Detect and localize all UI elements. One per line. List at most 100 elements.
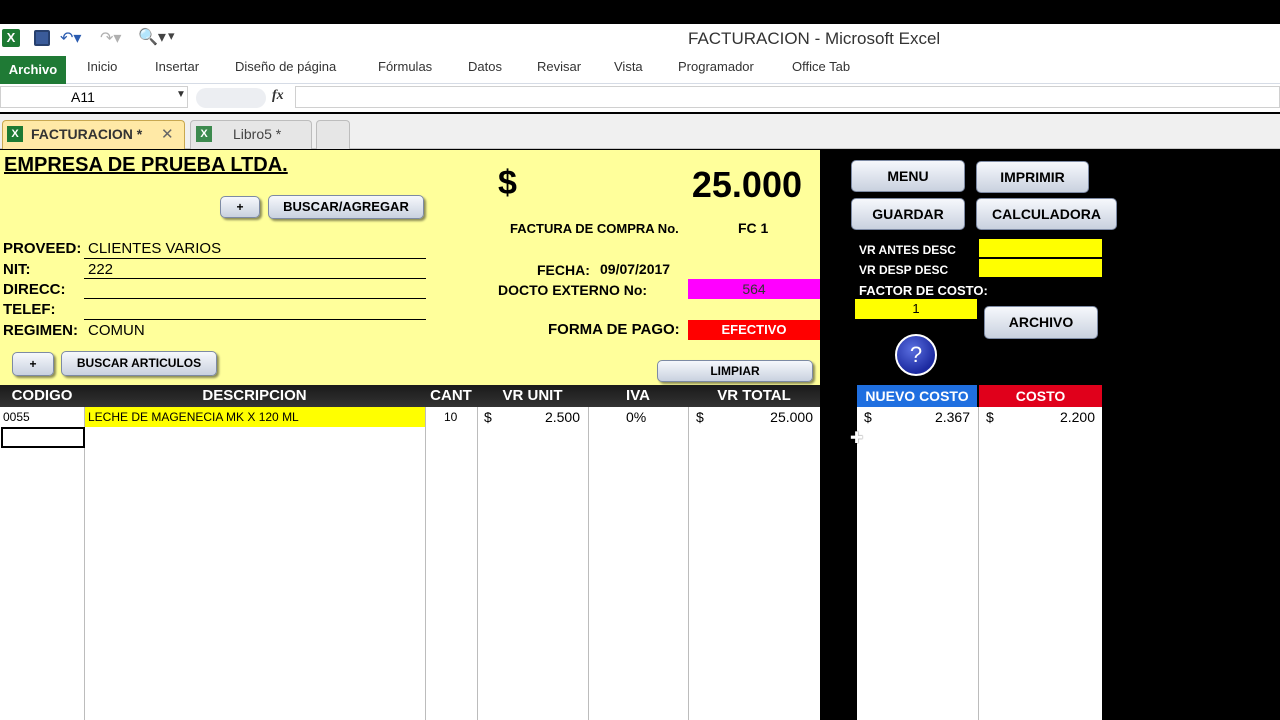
vr-desp-field[interactable] bbox=[979, 259, 1102, 277]
name-box[interactable]: A11 bbox=[0, 86, 188, 108]
proveed-value: CLIENTES VARIOS bbox=[88, 240, 222, 257]
active-cell[interactable] bbox=[1, 427, 85, 448]
cell-iva[interactable]: 0% bbox=[626, 409, 646, 425]
tab-insertar[interactable]: Insertar bbox=[155, 59, 199, 74]
excel-app-icon[interactable]: X bbox=[2, 29, 20, 47]
help-icon-glyph: ? bbox=[909, 342, 923, 367]
pago-label: FORMA DE PAGO: bbox=[548, 321, 680, 338]
col-header-codigo: CODIGO bbox=[0, 385, 84, 407]
pago-value: EFECTIVO bbox=[721, 322, 787, 337]
col-header-costo-anterior: COSTO ANTERIOR bbox=[979, 385, 1102, 426]
col-header-vr-unit: VR UNIT bbox=[477, 385, 588, 407]
cell-nuevo-costo[interactable]: 2.367 bbox=[900, 409, 970, 425]
cell-costo-anterior[interactable]: 2.200 bbox=[1020, 409, 1095, 425]
help-icon[interactable]: ? bbox=[895, 334, 937, 376]
tab-vista[interactable]: Vista bbox=[614, 59, 643, 74]
limpiar-button[interactable]: LIMPIAR bbox=[657, 360, 813, 382]
col-descripcion bbox=[84, 407, 425, 720]
formula-input[interactable] bbox=[295, 86, 1280, 108]
tab-programador[interactable]: Programador bbox=[678, 59, 754, 74]
fx-icon[interactable]: fx bbox=[272, 88, 284, 104]
calculadora-button[interactable]: CALCULADORA bbox=[976, 198, 1117, 230]
workbook-tabs-bar: X FACTURACION * ✕ X Libro5 * bbox=[0, 114, 1280, 149]
docto-label: DOCTO EXTERNO No: bbox=[498, 282, 648, 298]
cell-vr-unit[interactable]: 2.500 bbox=[520, 409, 580, 425]
proveed-underline bbox=[84, 258, 426, 259]
workbook-tab-facturacion[interactable]: X FACTURACION * ✕ bbox=[2, 120, 185, 149]
tab-office-tab[interactable]: Office Tab bbox=[792, 59, 850, 74]
add-article-button[interactable]: + bbox=[12, 352, 54, 376]
col-header-vr-total: VR TOTAL bbox=[688, 385, 820, 407]
print-preview-icon[interactable]: 🔍▾ bbox=[138, 27, 166, 47]
workbook-tab-libro5[interactable]: X Libro5 * bbox=[190, 120, 312, 149]
cell-descripcion[interactable]: LECHE DE MAGENECIA MK X 120 ML bbox=[85, 407, 425, 427]
pago-field[interactable]: EFECTIVO bbox=[688, 320, 820, 340]
docto-value: 564 bbox=[742, 281, 766, 297]
regimen-value: COMUN bbox=[88, 322, 145, 339]
cell-nuevo-costo-symbol: $ bbox=[864, 409, 872, 425]
formula-bar: A11 ▼ fx bbox=[0, 84, 1280, 112]
table-row[interactable]: 0055 LECHE DE MAGENECIA MK X 120 ML 10 $… bbox=[0, 407, 820, 427]
cell-costo-anterior-symbol: $ bbox=[986, 409, 994, 425]
tab-inicio[interactable]: Inicio bbox=[87, 59, 117, 74]
col-cant bbox=[425, 407, 477, 720]
buscar-agregar-button[interactable]: BUSCAR/AGREGAR bbox=[268, 195, 424, 219]
undo-icon[interactable]: ↶▾ bbox=[60, 28, 81, 48]
col-header-iva: IVA bbox=[588, 385, 688, 407]
new-tab-button[interactable] bbox=[316, 120, 350, 149]
tab-formulas[interactable]: Fórmulas bbox=[378, 59, 432, 74]
col-costo-anterior bbox=[978, 407, 1102, 720]
cell-cant[interactable]: 10 bbox=[444, 410, 457, 424]
add-provider-button[interactable]: + bbox=[220, 196, 260, 218]
currency-symbol: $ bbox=[498, 164, 517, 202]
regimen-label: REGIMEN: bbox=[3, 322, 78, 339]
imprimir-button[interactable]: IMPRIMIR bbox=[976, 161, 1089, 193]
factor-label: FACTOR DE COSTO: bbox=[859, 283, 988, 298]
cell-descripcion-value: LECHE DE MAGENECIA MK X 120 ML bbox=[88, 410, 299, 424]
nit-label: NIT: bbox=[3, 261, 31, 278]
excel-file-icon: X bbox=[196, 126, 212, 142]
col-header-descripcion: DESCRIPCION bbox=[84, 385, 425, 407]
tab-datos[interactable]: Datos bbox=[468, 59, 502, 74]
cell-codigo[interactable]: 0055 bbox=[3, 410, 30, 424]
fecha-label: FECHA: bbox=[537, 262, 590, 278]
docto-field[interactable]: 564 bbox=[688, 279, 820, 299]
col-header-cant: CANT bbox=[425, 385, 477, 407]
nit-underline bbox=[84, 278, 426, 279]
name-box-value: A11 bbox=[71, 89, 95, 105]
excel-file-icon: X bbox=[7, 126, 23, 142]
col-vr-unit bbox=[477, 407, 588, 720]
buscar-articulos-button[interactable]: BUSCAR ARTICULOS bbox=[61, 351, 217, 376]
close-icon[interactable]: ✕ bbox=[161, 125, 174, 143]
file-tab[interactable]: Archivo bbox=[0, 56, 66, 84]
tab-diseno-de-pagina[interactable]: Diseño de página bbox=[235, 59, 336, 74]
tab-revisar[interactable]: Revisar bbox=[537, 59, 581, 74]
cell-vr-unit-symbol: $ bbox=[484, 409, 492, 425]
redo-icon[interactable]: ↷▾ bbox=[100, 28, 121, 48]
chevron-down-icon[interactable]: ▼ bbox=[176, 89, 186, 100]
company-name: EMPRESA DE PRUEBA LTDA. bbox=[4, 154, 288, 176]
cell-vr-total[interactable]: 25.000 bbox=[740, 409, 813, 425]
guardar-button[interactable]: GUARDAR bbox=[851, 198, 965, 230]
proveed-label: PROVEED: bbox=[3, 240, 82, 257]
window-title: FACTURACION - Microsoft Excel bbox=[688, 29, 941, 48]
col-iva bbox=[588, 407, 688, 720]
save-icon[interactable] bbox=[34, 30, 50, 46]
cell-vr-total-symbol: $ bbox=[696, 409, 704, 425]
factor-field[interactable]: 1 bbox=[855, 299, 977, 319]
nit-value: 222 bbox=[88, 261, 114, 278]
workbook-tab-label: FACTURACION * bbox=[31, 126, 143, 142]
factura-label: FACTURA DE COMPRA No. bbox=[510, 221, 679, 236]
telef-underline bbox=[84, 319, 426, 320]
factura-number: FC 1 bbox=[738, 220, 769, 236]
invoice-total: 25.000 bbox=[691, 164, 802, 205]
fecha-value: 09/07/2017 bbox=[600, 261, 671, 277]
col-codigo bbox=[0, 407, 84, 720]
archivo-button[interactable]: ARCHIVO bbox=[984, 306, 1098, 339]
vr-desp-label: VR DESP DESC bbox=[859, 263, 949, 277]
menu-button[interactable]: MENU bbox=[851, 160, 965, 192]
direcc-underline bbox=[84, 298, 426, 299]
customize-qat-icon[interactable]: ▾ bbox=[168, 28, 175, 44]
telef-label: TELEF: bbox=[3, 301, 56, 318]
vr-antes-field[interactable] bbox=[979, 239, 1102, 257]
